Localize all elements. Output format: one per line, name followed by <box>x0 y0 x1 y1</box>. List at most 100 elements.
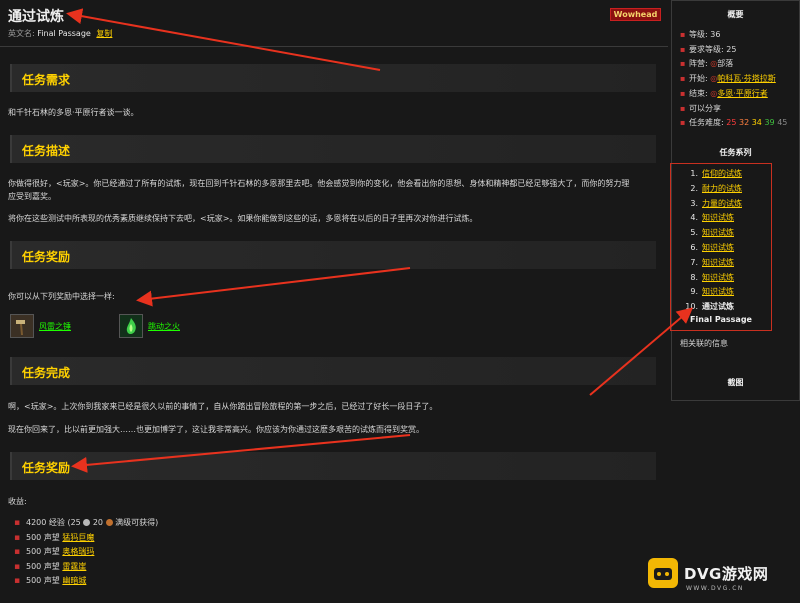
rep-amount: 500 声望 <box>26 576 60 585</box>
completion-paragraph-1: 啊，<玩家>。上次你到我家来已经是很久以前的事情了，自从你踏出冒险旅程的第一步之… <box>8 402 438 411</box>
chain-item[interactable]: 7. 知识试炼 <box>683 256 742 271</box>
reward-item-1-label[interactable]: 风雷之锤 <box>39 321 71 332</box>
list-item: 4200 经验 (25 20 满级可获得) <box>14 516 158 531</box>
chain-number: 7. <box>690 257 698 267</box>
reward-item-1[interactable]: 风雷之锤 <box>10 313 71 339</box>
related-info[interactable]: 相关联的信息 <box>680 338 728 349</box>
xp-coin-value: 20 <box>92 518 104 527</box>
chain-item-current: 10. 通过试炼 <box>683 300 742 315</box>
chain-link[interactable]: 耐力的试炼 <box>702 184 742 193</box>
list-item: 结束: ◎多恩·平原行者 <box>680 87 787 102</box>
watermark-logo: DVG游戏网 WWW.DVG.CN <box>648 554 798 600</box>
xp-text: 4200 经验 (25 <box>26 518 81 527</box>
gains-heading-bar: 任务奖励 <box>10 452 656 480</box>
difficulty-gray: 45 <box>777 118 788 128</box>
list-item: 500 声望 幽暗城 <box>14 574 158 589</box>
difficulty-orange: 32 <box>738 118 750 128</box>
copper-coin-icon <box>105 519 113 526</box>
chain-item[interactable]: 9. 知识试炼 <box>683 285 742 300</box>
chain-item[interactable]: 1. 信仰的试炼 <box>683 167 742 182</box>
side-value: 部落 <box>717 59 734 69</box>
rep-faction-link[interactable]: 雷霆崖 <box>62 562 86 571</box>
screenshots-title: 截图 <box>727 378 744 387</box>
copy-link[interactable]: 复制 <box>96 29 112 38</box>
list-item: 任务难度: 25 32 34 39 45 <box>680 116 787 131</box>
chain-link[interactable]: 知识试炼 <box>702 228 734 237</box>
chain-current-name: 通过试炼 <box>702 302 734 312</box>
chain-number: 1. <box>690 169 698 178</box>
watermark-url: WWW.DVG.CN <box>686 585 744 592</box>
flame-icon <box>119 314 143 338</box>
chain-number: 10. <box>685 302 698 312</box>
difficulty-red: 25 <box>726 118 737 128</box>
list-item: 开始: ◎帕科瓦·芬塔拉斯 <box>680 72 787 87</box>
chain-number: 3. <box>690 198 698 208</box>
chain-number: 2. <box>690 183 698 193</box>
rep-faction-link[interactable]: 奥格瑞玛 <box>62 547 94 556</box>
chain-title: 任务系列 <box>719 148 752 157</box>
rewards-choose-text: 你可以从下列奖励中选择一样: <box>8 292 115 301</box>
english-name-value: Final Passage <box>37 29 91 38</box>
chain-current-english: Final Passage <box>690 315 752 324</box>
list-item: 500 声望 奥格瑞玛 <box>14 545 158 560</box>
chain-item[interactable]: 8. 知识试炼 <box>683 271 742 286</box>
description-line-1: 你做得很好，<玩家>。你已经通过了所有的试炼，现在回到千针石林的多恩那里去吧。他… <box>8 179 630 188</box>
start-npc-link[interactable]: 帕科瓦·芬塔拉斯 <box>717 74 776 83</box>
chain-link[interactable]: 知识试炼 <box>702 258 734 267</box>
rep-faction-link[interactable]: 猛犸巨魔 <box>62 533 94 542</box>
list-item: 500 声望 雷霆崖 <box>14 560 158 575</box>
reward-item-2-label[interactable]: 跳动之火 <box>148 321 180 332</box>
description-line-2: 应受到嘉奖。 <box>8 192 56 201</box>
rewards-heading-bar: 任务奖励 <box>10 241 656 269</box>
completion-heading-bar: 任务完成 <box>10 357 656 385</box>
chain-link[interactable]: 知识试炼 <box>702 273 734 282</box>
completion-heading: 任务完成 <box>22 366 71 380</box>
main-content: 通过试炼 英文名: Final Passage 复制 Wowhead 任务需求 … <box>0 0 668 603</box>
chain-item[interactable]: 6. 知识试炼 <box>683 241 742 256</box>
chain-item[interactable]: 4. 知识试炼 <box>683 211 742 226</box>
wowhead-button[interactable]: Wowhead <box>610 8 661 21</box>
description-heading-bar: 任务描述 <box>10 135 656 163</box>
english-name-row: 英文名: Final Passage 复制 <box>8 28 112 39</box>
requirements-heading: 任务需求 <box>22 73 71 87</box>
xp-tail: 满级可获得) <box>115 518 159 527</box>
chain-number: 6. <box>690 242 698 252</box>
gains-label: 收益: <box>8 497 27 506</box>
list-item: 等级: 36 <box>680 28 787 43</box>
gains-heading: 任务奖励 <box>22 461 71 475</box>
rewards-heading: 任务奖励 <box>22 250 71 264</box>
watermark-brand: DVG游戏网 <box>684 565 769 583</box>
description-heading: 任务描述 <box>22 144 71 158</box>
difficulty-green: 39 <box>764 118 775 128</box>
chain-link[interactable]: 知识试炼 <box>702 243 734 252</box>
difficulty-yellow: 34 <box>751 118 762 128</box>
chain-item[interactable]: 2. 耐力的试炼 <box>683 182 742 197</box>
end-npc-link[interactable]: 多恩·平原行者 <box>717 89 768 98</box>
requirements-text: 和千针石林的多恩·平原行者谈一谈。 <box>8 108 139 117</box>
chain-number: 9. <box>690 287 698 297</box>
rep-amount: 500 声望 <box>26 532 60 542</box>
description-paragraph-2: 将你在这些测试中所表现的优秀素质继续保持下去吧，<玩家>。如果你能做到这些的话，… <box>8 214 478 223</box>
chain-item[interactable]: 3. 力量的试炼 <box>683 197 742 212</box>
sidebar: 概要 等级: 36 要求等级: 25 阵营: ◎部落 开始: ◎帕科瓦·芬塔拉斯… <box>670 0 800 401</box>
english-name-label: 英文名: <box>8 29 35 38</box>
quest-chain-box: 1. 信仰的试炼 2. 耐力的试炼 3. 力量的试炼 4. 知识试炼 5. 知识试炼 6.… <box>670 163 772 331</box>
rep-amount: 500 声望 <box>26 561 60 571</box>
chain-link[interactable]: 知识试炼 <box>702 287 734 296</box>
end-label: 结束: <box>689 88 708 98</box>
overview-title: 概要 <box>727 10 744 19</box>
hammer-icon <box>10 314 34 338</box>
reward-item-2[interactable]: 跳动之火 <box>119 313 180 339</box>
chain-link[interactable]: 知识试炼 <box>702 213 734 222</box>
chain-item[interactable]: 5. 知识试炼 <box>683 226 742 241</box>
chain-number: 5. <box>690 228 698 238</box>
difficulty-label: 任务难度: <box>689 118 724 128</box>
chain-link[interactable]: 信仰的试炼 <box>702 169 742 178</box>
start-label: 开始: <box>689 74 708 84</box>
rep-faction-link[interactable]: 幽暗城 <box>62 576 86 585</box>
chain-number: 8. <box>690 272 698 282</box>
divider <box>0 46 668 47</box>
requirements-heading-bar: 任务需求 <box>10 64 656 92</box>
chain-link[interactable]: 力量的试炼 <box>702 199 742 208</box>
quest-chain-list: 1. 信仰的试炼 2. 耐力的试炼 3. 力量的试炼 4. 知识试炼 5. 知识试炼 6.… <box>683 167 742 315</box>
